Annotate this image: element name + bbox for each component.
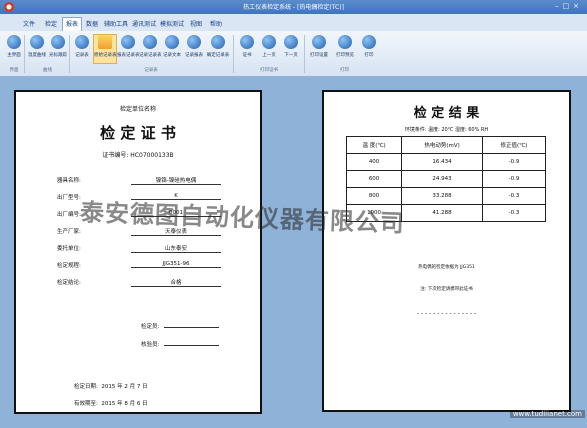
tab-comm-test[interactable]: 通讯测试 bbox=[130, 19, 158, 30]
cursor-track-button[interactable]: 光标跟踪 bbox=[47, 35, 69, 58]
table-row: 400 16.434 -0.9 bbox=[345, 153, 547, 171]
raw-record-button[interactable]: 原始记录表 bbox=[93, 34, 117, 64]
certificate-button[interactable]: 证书 bbox=[236, 35, 258, 58]
tab-verify[interactable]: 检定 bbox=[40, 19, 62, 30]
field-row: 检定结论: 合格 bbox=[16, 278, 260, 288]
tab-report[interactable]: 报表 bbox=[62, 17, 82, 31]
certificate-page: 检定单位名称 检 定 证 书 证书编号: HC07000133B 器具名称: 镍铬… bbox=[14, 90, 262, 414]
confirm-icon bbox=[211, 35, 225, 49]
print-settings-button[interactable]: 打印设置 bbox=[307, 35, 331, 58]
log-icon bbox=[143, 35, 157, 49]
temp-curve-button[interactable]: 温度曲线 bbox=[26, 35, 48, 58]
preview-icon bbox=[338, 35, 352, 49]
text-icon bbox=[165, 35, 179, 49]
cursor-icon bbox=[51, 35, 65, 49]
close-icon[interactable]: × bbox=[573, 2, 583, 10]
table-icon bbox=[75, 35, 89, 49]
group-label-interface: 界面 bbox=[9, 68, 19, 73]
field-row: 检定规程: JJG351-96 bbox=[16, 261, 260, 271]
confirm-record-button[interactable]: 确定记录表 bbox=[205, 35, 231, 58]
verify-date: 检定日期: 2015 年 2 月 7 日 bbox=[74, 384, 148, 390]
arrow-left-icon bbox=[262, 35, 276, 49]
document-icon bbox=[98, 35, 112, 49]
tab-file[interactable]: 文件 bbox=[18, 19, 40, 30]
window-controls[interactable]: –□× bbox=[555, 2, 583, 10]
org-name: 检定单位名称 bbox=[119, 106, 156, 113]
field-row: 器具名称: 镍铬-镍硅热电偶 bbox=[16, 176, 260, 186]
valid-date: 有效期至: 2015 年 8 月 6 日 bbox=[74, 401, 148, 407]
record-text-button[interactable]: 记录文本 bbox=[161, 35, 183, 58]
group-label-record: 记录表 bbox=[144, 68, 158, 73]
certificate-icon bbox=[240, 35, 254, 49]
results-note: 注: 下次检定请携带此证书 bbox=[420, 287, 473, 292]
ribbon-toolbar: 主界面 温度曲线 光标跟踪 记录表 原始记录表 报表记录表 记录记录表 记录文本… bbox=[0, 31, 587, 77]
tab-sim-test[interactable]: 模拟测试 bbox=[158, 19, 186, 30]
report2-icon bbox=[187, 35, 201, 49]
preview-workspace: 检定单位名称 检 定 证 书 证书编号: HC07000133B 器具名称: 镍铬… bbox=[0, 76, 587, 428]
tab-help[interactable]: 帮助 bbox=[206, 19, 226, 30]
report-record-button[interactable]: 报表记录表 bbox=[117, 35, 140, 58]
print-settings-icon bbox=[312, 35, 326, 49]
table-header-row: 温 度(℃) 热电动势(mV) 修正值(℃) bbox=[345, 136, 547, 154]
group-label-print: 打印 bbox=[340, 68, 349, 73]
certificate-number: 证书编号: HC07000133B bbox=[102, 152, 174, 159]
checker-signature: 核验员: bbox=[141, 340, 220, 348]
site-url: www.tudiiianet.com bbox=[509, 410, 585, 418]
group-label-curve: 曲线 bbox=[43, 68, 52, 73]
curve-icon bbox=[30, 35, 44, 49]
field-row: 委托单位: 山东泰安 bbox=[16, 244, 260, 254]
menu-bar: 文件 检定 报表 数据 辅助工具 通讯测试 模拟测试 视图 帮助 bbox=[0, 14, 587, 32]
minimize-icon[interactable]: – bbox=[555, 2, 563, 10]
results-dashes: - - - - - - - - - - - - - - - bbox=[416, 310, 477, 317]
print-preview-button[interactable]: 打印预览 bbox=[333, 35, 357, 58]
home-button[interactable]: 主界面 bbox=[3, 35, 25, 58]
maximize-icon[interactable]: □ bbox=[563, 2, 574, 10]
certificate-title: 检 定 证 书 bbox=[100, 124, 176, 142]
table-row: 600 24.943 -0.9 bbox=[345, 170, 547, 188]
tab-data[interactable]: 数据 bbox=[82, 19, 102, 30]
record-table-button[interactable]: 记录表 bbox=[71, 35, 93, 58]
window-title: 热工仪表检定系统 - [热电偶检定(TC)] bbox=[243, 4, 344, 11]
print-button[interactable]: 打印 bbox=[358, 35, 380, 58]
group-label-print-cert: 打印证书 bbox=[260, 68, 278, 73]
results-page: 检 定 结 果 环境条件: 温度: 20℃ 湿度: 60% RH 温 度(℃) … bbox=[322, 90, 571, 412]
printer-icon bbox=[362, 35, 376, 49]
record-log-button[interactable]: 记录记录表 bbox=[139, 35, 162, 58]
home-icon bbox=[7, 35, 21, 49]
title-bar: 热工仪表检定系统 - [热电偶检定(TC)] –□× bbox=[0, 0, 587, 14]
record-report-button[interactable]: 记录报表 bbox=[183, 35, 205, 58]
tab-tools[interactable]: 辅助工具 bbox=[102, 19, 130, 30]
prev-page-button[interactable]: 上一页 bbox=[258, 35, 280, 58]
results-title: 检 定 结 果 bbox=[413, 106, 480, 121]
next-page-button[interactable]: 下一页 bbox=[280, 35, 302, 58]
tab-view[interactable]: 视图 bbox=[186, 19, 206, 30]
environment-conditions: 环境条件: 温度: 20℃ 湿度: 60% RH bbox=[404, 127, 489, 133]
arrow-right-icon bbox=[284, 35, 298, 49]
results-note-standard: 热电偶的检定依据为 JJG351 bbox=[418, 265, 475, 270]
report-icon bbox=[121, 35, 135, 49]
inspector-signature: 检定员: bbox=[141, 322, 220, 330]
